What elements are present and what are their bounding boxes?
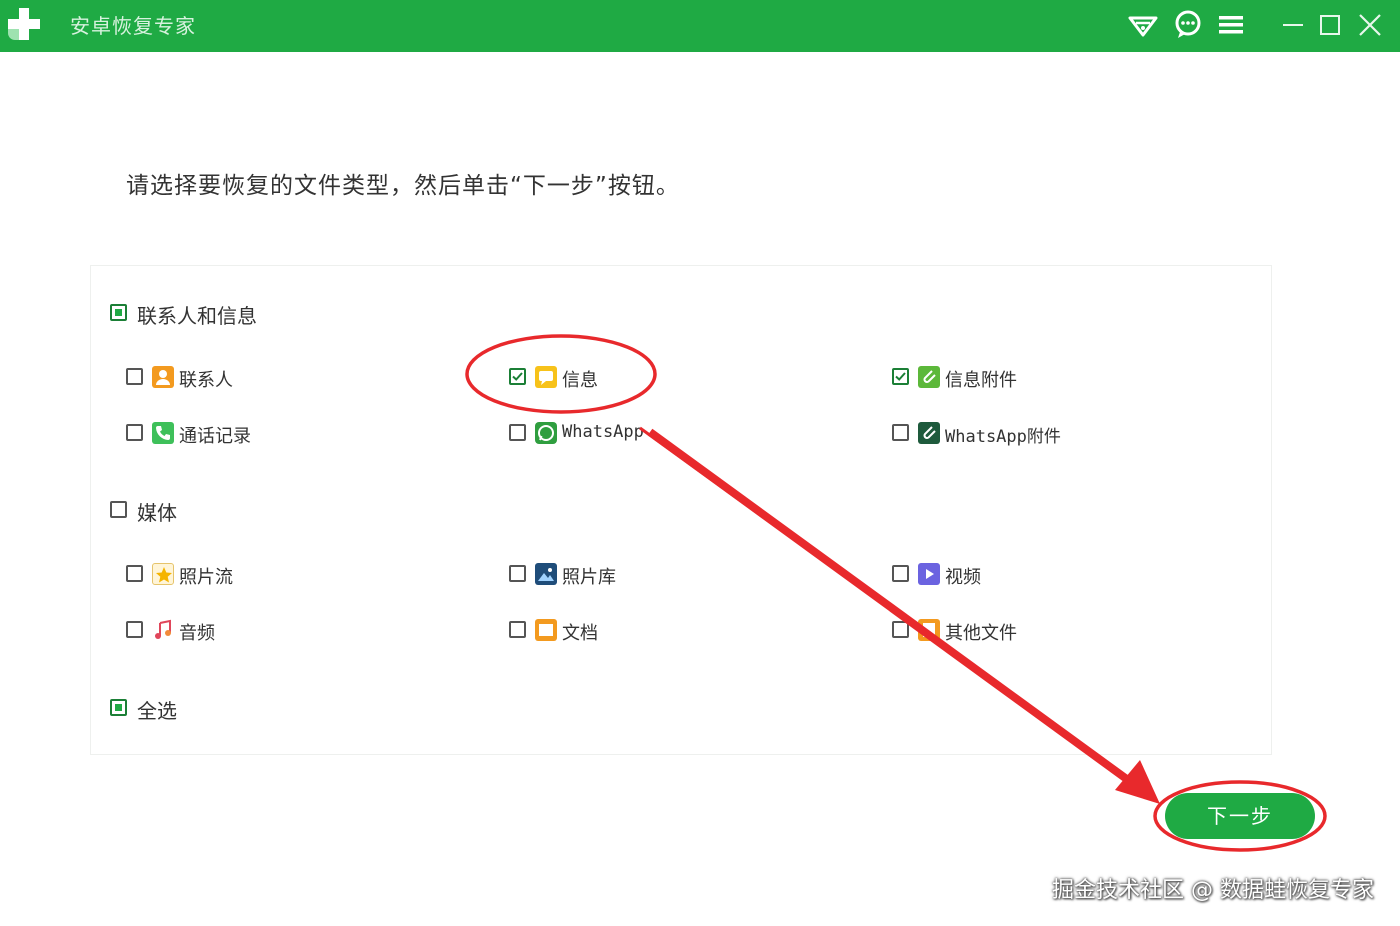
group-label-contacts-messages: 联系人和信息 <box>137 304 257 328</box>
item-label-audio: 音频 <box>179 623 215 644</box>
video-icon <box>918 563 940 585</box>
checkbox-contacts-messages-group[interactable] <box>110 304 127 321</box>
checkbox-whatsapp-attachments[interactable] <box>892 424 909 441</box>
instruction-text: 请选择要恢复的文件类型，然后单击“下一步”按钮。 <box>126 173 680 199</box>
checkbox-photo-library[interactable] <box>509 565 526 582</box>
item-label-photo-stream: 照片流 <box>179 567 233 588</box>
contact-icon <box>152 366 174 388</box>
photo-stream-icon <box>152 563 174 585</box>
message-icon <box>535 366 557 388</box>
item-label-other-files: 其他文件 <box>945 623 1017 644</box>
menu-icon[interactable] <box>1214 8 1248 42</box>
wifi-icon[interactable] <box>1126 8 1160 42</box>
item-label-messages: 信息 <box>562 370 598 391</box>
phone-icon <box>152 422 174 444</box>
checkbox-message-attachments[interactable] <box>892 368 909 385</box>
checkbox-whatsapp[interactable] <box>509 424 526 441</box>
next-button[interactable]: 下一步 <box>1165 793 1315 839</box>
photo-library-icon <box>535 563 557 585</box>
checkbox-messages[interactable] <box>509 368 526 385</box>
document-icon <box>535 619 557 641</box>
checkbox-call-log[interactable] <box>126 424 143 441</box>
watermark-text: 掘金技术社区 @ 数据蛙恢复专家 <box>1052 878 1374 903</box>
checkbox-media-group[interactable] <box>110 501 127 518</box>
item-label-documents: 文档 <box>562 623 598 644</box>
close-icon[interactable] <box>1353 8 1387 42</box>
title-bar: 安卓恢复专家 <box>0 0 1400 52</box>
audio-icon <box>152 619 174 641</box>
item-label-call-log: 通话记录 <box>179 426 251 447</box>
checkbox-select-all[interactable] <box>110 699 127 716</box>
item-label-whatsapp: WhatsApp <box>562 422 644 442</box>
minimize-icon[interactable] <box>1276 8 1310 42</box>
item-label-video: 视频 <box>945 567 981 588</box>
checkbox-video[interactable] <box>892 565 909 582</box>
item-label-whatsapp-attachments: WhatsApp附件 <box>945 427 1061 447</box>
checkbox-documents[interactable] <box>509 621 526 638</box>
checkbox-photo-stream[interactable] <box>126 565 143 582</box>
checkbox-other-files[interactable] <box>892 621 909 638</box>
app-title: 安卓恢复专家 <box>70 14 196 38</box>
item-label-contacts: 联系人 <box>179 370 233 391</box>
other-files-icon <box>918 619 940 641</box>
maximize-icon[interactable] <box>1313 8 1347 42</box>
attachment-icon <box>918 366 940 388</box>
logo-icon <box>6 6 42 42</box>
whatsapp-attachment-icon <box>918 422 940 444</box>
whatsapp-icon <box>535 422 557 444</box>
file-type-panel <box>90 265 1272 755</box>
select-all-label: 全选 <box>137 699 177 723</box>
item-label-message-attachments: 信息附件 <box>945 370 1017 391</box>
item-label-photo-library: 照片库 <box>562 567 616 588</box>
checkbox-contacts[interactable] <box>126 368 143 385</box>
group-label-media: 媒体 <box>137 501 177 525</box>
chat-icon[interactable] <box>1171 8 1205 42</box>
checkbox-audio[interactable] <box>126 621 143 638</box>
